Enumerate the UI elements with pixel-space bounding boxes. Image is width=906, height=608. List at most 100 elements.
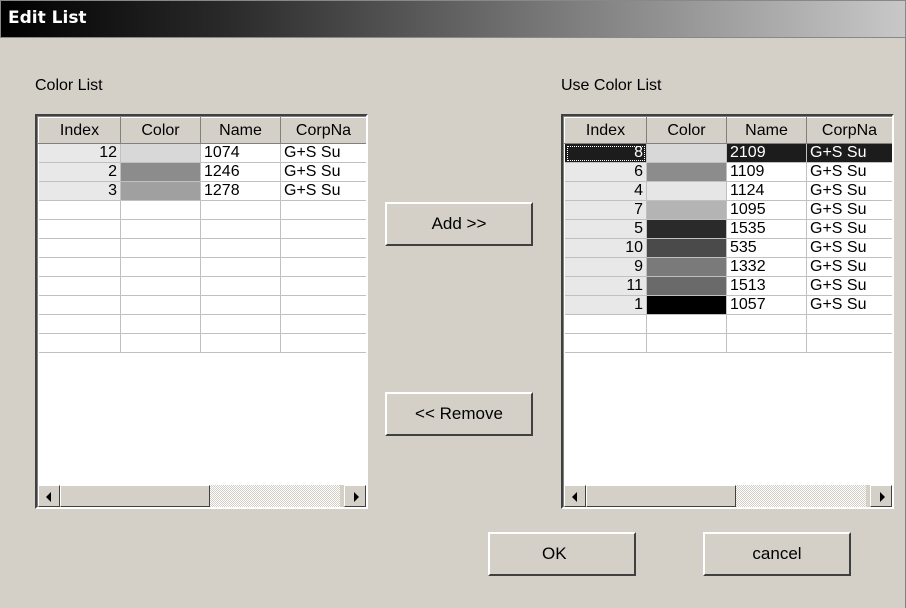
empty-cell [646,314,727,334]
table-row[interactable]: 10 535 G+S Su [564,238,892,258]
index-cell: 9 [564,257,647,277]
color-cell [646,200,727,220]
table-row[interactable]: 8 2109 G+S Su [564,143,892,163]
name-cell: 1057 [726,295,807,315]
empty-cell [646,333,727,353]
color-cell [646,181,727,201]
corpname-cell: G+S Su [806,200,892,220]
column-header[interactable]: Color [646,117,727,144]
corpname-cell: G+S Su [806,276,892,296]
corpname-cell: G+S Su [280,143,366,163]
empty-row [38,238,366,258]
empty-cell [280,295,366,315]
name-cell: 535 [726,238,807,258]
cancel-button[interactable]: cancel [703,532,851,576]
empty-row [38,257,366,277]
color-list-table: Index Color Name CorpNa 12 1074 G+S Su 2 1246 G+S… [38,117,366,353]
scroll-track[interactable] [210,485,340,507]
color-cell [120,143,201,163]
scroll-right-button[interactable] [870,485,892,507]
empty-cell [120,314,201,334]
empty-cell [120,219,201,239]
empty-cell [200,276,281,296]
scroll-thumb[interactable] [586,485,736,507]
name-cell: 1074 [200,143,281,163]
corpname-cell: G+S Su [806,257,892,277]
table-row[interactable]: 1 1057 G+S Su [564,295,892,315]
ok-button[interactable]: OK [488,532,636,576]
empty-row [38,219,366,239]
empty-row [564,314,892,334]
scroll-thumb[interactable] [60,485,210,507]
corpname-cell: G+S Su [806,238,892,258]
color-list-hscrollbar[interactable] [38,485,366,507]
color-cell [120,181,201,201]
table-row[interactable]: 12 1074 G+S Su [38,143,366,163]
empty-cell [120,276,201,296]
table-row[interactable]: 2 1246 G+S Su [38,162,366,182]
table-row[interactable]: 7 1095 G+S Su [564,200,892,220]
empty-cell [280,238,366,258]
empty-cell [120,238,201,258]
name-cell: 1278 [200,181,281,201]
window-title: Edit List [8,8,87,28]
corpname-cell: G+S Su [280,162,366,182]
empty-cell [120,257,201,277]
empty-cell [806,314,892,334]
color-list-grid[interactable]: Index Color Name CorpNa 12 1074 G+S Su 2 1246 G+S… [35,114,368,509]
empty-row [38,314,366,334]
empty-cell [38,200,121,220]
empty-row [38,333,366,353]
header-row: Index Color Name CorpNa [564,117,892,144]
table-row[interactable]: 11 1513 G+S Su [564,276,892,296]
scroll-track[interactable] [736,485,866,507]
empty-cell [38,295,121,315]
empty-cell [726,333,807,353]
column-header[interactable]: Name [726,117,807,144]
empty-row [564,333,892,353]
corpname-cell: G+S Su [806,162,892,182]
empty-cell [120,200,201,220]
table-row[interactable]: 9 1332 G+S Su [564,257,892,277]
use-color-list-hscrollbar[interactable] [564,485,892,507]
empty-cell [38,219,121,239]
column-header[interactable]: Name [200,117,281,144]
arrow-right-icon [354,492,359,502]
add-button[interactable]: Add >> [385,202,533,246]
scroll-left-button[interactable] [38,485,60,507]
column-header[interactable]: Index [38,117,121,144]
column-header[interactable]: Index [564,117,647,144]
empty-cell [38,238,121,258]
use-color-list-grid[interactable]: Index Color Name CorpNa 8 2109 G+S Su 6 1109 G+S … [561,114,894,509]
index-cell: 1 [564,295,647,315]
table-row[interactable]: 4 1124 G+S Su [564,181,892,201]
title-bar[interactable]: Edit List [0,0,906,38]
column-header[interactable]: Color [120,117,201,144]
table-row[interactable]: 6 1109 G+S Su [564,162,892,182]
empty-cell [38,314,121,334]
scroll-left-button[interactable] [564,485,586,507]
scroll-right-button[interactable] [344,485,366,507]
remove-button[interactable]: << Remove [385,392,533,436]
empty-cell [280,219,366,239]
color-cell [646,219,727,239]
empty-cell [38,333,121,353]
header-row: Index Color Name CorpNa [38,117,366,144]
empty-cell [564,333,647,353]
empty-row [38,276,366,296]
column-header[interactable]: CorpNa [806,117,892,144]
empty-cell [806,333,892,353]
column-header[interactable]: CorpNa [280,117,366,144]
table-row[interactable]: 3 1278 G+S Su [38,181,366,201]
index-cell: 12 [38,143,121,163]
empty-cell [200,333,281,353]
table-row[interactable]: 5 1535 G+S Su [564,219,892,239]
color-cell [646,276,727,296]
color-list-label: Color List [35,77,103,94]
index-cell: 2 [38,162,121,182]
arrow-right-icon [880,492,885,502]
empty-cell [726,314,807,334]
corpname-cell: G+S Su [806,181,892,201]
name-cell: 1332 [726,257,807,277]
color-cell [646,295,727,315]
